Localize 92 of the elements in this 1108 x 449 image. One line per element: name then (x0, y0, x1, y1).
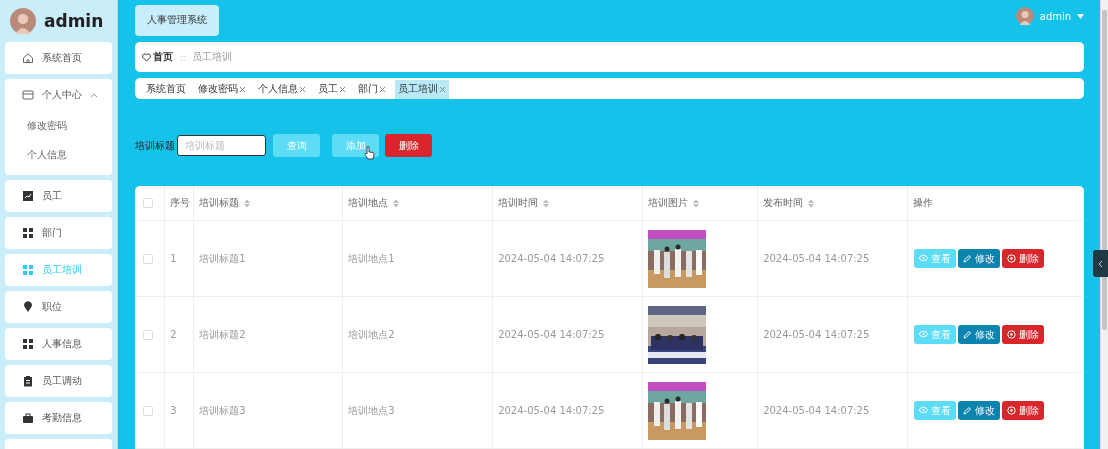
grid-icon (22, 338, 34, 350)
table-cell: 培训标题3 (199, 403, 246, 418)
grid-icon (22, 264, 34, 276)
menu-item[interactable]: 员工调动 (5, 365, 113, 397)
checkbox[interactable] (143, 198, 154, 208)
table-cell: 1 (170, 253, 177, 264)
close-icon (339, 85, 347, 93)
tab[interactable]: 系统首页 (143, 80, 190, 99)
circle-x-icon (1007, 254, 1017, 263)
menu-item[interactable]: 个人中心 (5, 79, 113, 111)
sort-icon (693, 198, 700, 208)
table-cell: 2024-05-04 14:07:25 (498, 405, 605, 416)
heart-icon (142, 52, 152, 62)
menu-item[interactable]: 系统首页 (5, 42, 113, 74)
briefcase-icon (22, 412, 34, 424)
pin-icon (22, 301, 34, 313)
table-cell: 2 (170, 329, 177, 340)
breadcrumb-separator: :: (179, 51, 186, 63)
tab[interactable]: 个人信息 (255, 80, 310, 99)
sort-icon (543, 198, 550, 208)
column-header[interactable]: 培训图片 (648, 196, 700, 210)
pencil-icon (963, 330, 973, 339)
pencil-icon (963, 254, 973, 263)
column-header: 操作 (913, 196, 934, 210)
delete-button[interactable]: 删除 (385, 134, 433, 157)
table-cell: 2024-05-04 14:07:25 (763, 405, 870, 416)
sort-icon (808, 198, 815, 208)
column-header[interactable]: 培训地点 (348, 196, 400, 210)
menu-item[interactable]: 员工 (5, 180, 113, 212)
tab[interactable]: 修改密码 (195, 80, 250, 99)
eye-icon (919, 254, 929, 263)
delete-button[interactable]: 删除 (1002, 325, 1045, 344)
delete-button[interactable]: 删除 (1002, 401, 1045, 420)
tab[interactable]: 员工培训 (395, 80, 450, 99)
checkbox[interactable] (143, 253, 154, 264)
caret-down-icon (1077, 13, 1085, 19)
table-cell: 2024-05-04 14:07:25 (498, 253, 605, 264)
table-cell: 2024-05-04 14:07:25 (763, 329, 870, 340)
field-label: 培训标题 (135, 138, 176, 153)
avatar-icon (1015, 7, 1034, 25)
close-icon (299, 85, 307, 93)
table-cell: 3 (170, 405, 177, 416)
chart-icon (22, 190, 34, 202)
edit-button[interactable]: 修改 (958, 249, 1001, 268)
breadcrumb-link[interactable]: 首页 (153, 50, 174, 65)
table-cell: 培训地点3 (348, 403, 395, 418)
menu-item[interactable]: 职位 (5, 291, 113, 323)
edit-button[interactable]: 修改 (958, 401, 1001, 420)
clipboard-icon (22, 375, 34, 387)
avatar-icon (10, 8, 36, 34)
column-header: 序号 (170, 196, 191, 210)
table-cell: 2024-05-04 14:07:25 (498, 329, 605, 340)
chevron-left-icon (1098, 259, 1103, 268)
user-name: admin (44, 11, 104, 31)
breadcrumb-current: 员工培训 (191, 50, 232, 65)
checkbox[interactable] (143, 405, 154, 416)
scrollbar-thumb[interactable] (1102, 10, 1108, 330)
close-icon (379, 85, 387, 93)
menu-item[interactable]: 部门 (5, 217, 113, 249)
tab[interactable]: 员工 (315, 80, 350, 99)
column-header[interactable]: 培训时间 (498, 196, 550, 210)
grid-icon (22, 227, 34, 239)
system-button[interactable]: 人事管理系统 (135, 4, 220, 36)
sort-icon (393, 198, 400, 208)
chevron-up-icon (90, 92, 98, 98)
table-cell: 2024-05-04 14:07:25 (763, 253, 870, 264)
submenu-item[interactable]: 个人信息 (5, 140, 113, 169)
collapse-tab[interactable] (1093, 250, 1108, 277)
circle-x-icon (1007, 406, 1017, 415)
submenu-item[interactable]: 修改密码 (5, 111, 113, 140)
pencil-icon (963, 406, 973, 415)
delete-button[interactable]: 删除 (1002, 249, 1045, 268)
table-cell: 培训标题2 (199, 327, 246, 342)
column-header[interactable]: 培训标题 (199, 196, 251, 210)
close-icon (239, 85, 247, 93)
eye-icon (919, 406, 929, 415)
sort-icon (244, 198, 251, 208)
checkbox[interactable] (143, 329, 154, 340)
hand-cursor-icon (364, 146, 376, 160)
menu-item[interactable]: 考勤信息 (5, 402, 113, 434)
close-icon (439, 85, 447, 93)
tab[interactable]: 部门 (355, 80, 390, 99)
table-cell: 培训地点1 (348, 251, 395, 266)
table-cell: 培训标题1 (199, 251, 246, 266)
edit-button[interactable]: 修改 (958, 325, 1001, 344)
eye-icon (919, 330, 929, 339)
circle-x-icon (1007, 330, 1017, 339)
menu-item[interactable]: 人事信息 (5, 328, 113, 360)
table-cell: 培训地点2 (348, 327, 395, 342)
column-header[interactable]: 发布时间 (763, 196, 815, 210)
card-icon (22, 89, 34, 101)
home-icon (22, 52, 34, 64)
